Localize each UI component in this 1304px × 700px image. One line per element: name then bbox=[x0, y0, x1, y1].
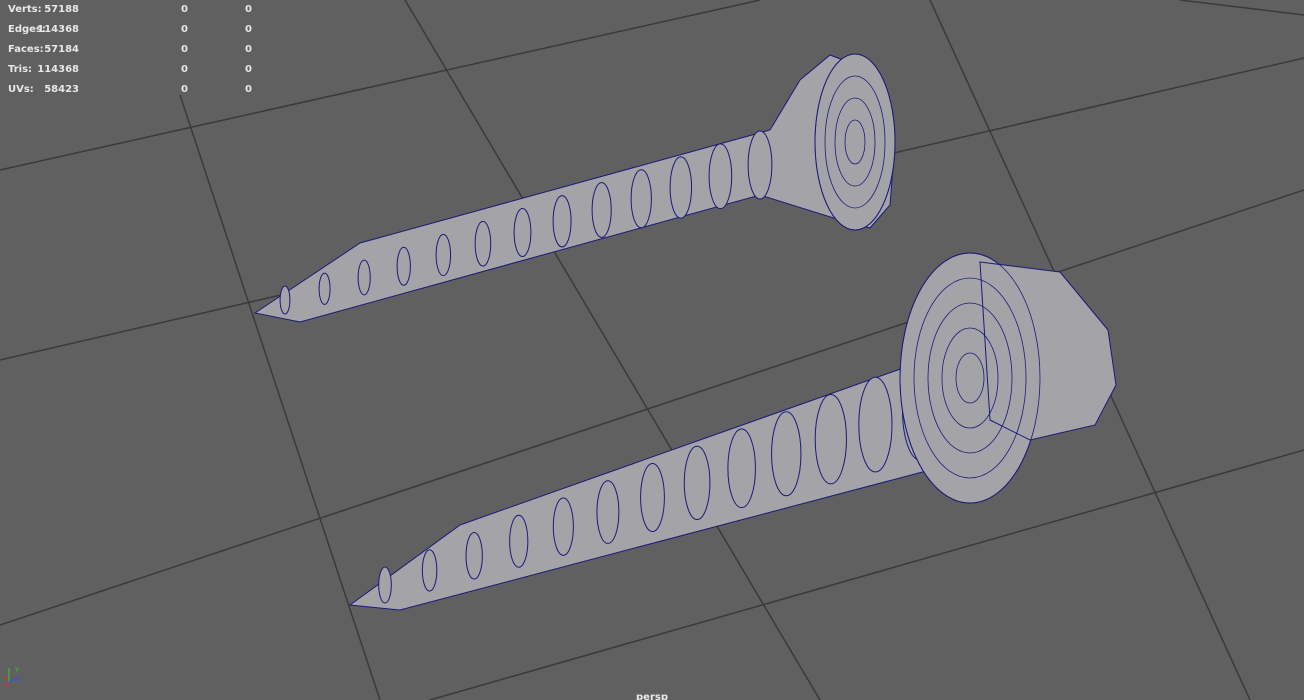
poly-count-hud: Verts: 57188 0 0 Edges: 114368 0 0 Faces: 57184 0 0… bbox=[0, 0, 260, 100]
countersunk-screw[interactable] bbox=[253, 53, 896, 323]
thread-ridge bbox=[669, 156, 693, 219]
hud-total: 57188 bbox=[44, 4, 79, 15]
thread-ridge bbox=[357, 259, 371, 296]
hud-total: 57184 bbox=[44, 44, 79, 55]
thread-ridge bbox=[509, 514, 529, 568]
hud-row-verts: Verts: 57188 0 0 bbox=[0, 0, 260, 20]
x-axis-line bbox=[3, 681, 10, 687]
hud-total: 114368 bbox=[37, 64, 79, 75]
hud-label: Tris: bbox=[8, 64, 33, 75]
thread-ridge bbox=[474, 220, 492, 267]
x-axis-label: x bbox=[3, 674, 7, 682]
thread-ridge bbox=[727, 428, 756, 509]
hud-extra: 0 bbox=[245, 4, 252, 15]
thread-ridge bbox=[747, 130, 773, 200]
hud-extra: 0 bbox=[245, 64, 252, 75]
hud-label: Faces: bbox=[8, 44, 44, 55]
hud-total: 114368 bbox=[37, 24, 79, 35]
hud-selected: 0 bbox=[181, 24, 188, 35]
hud-row-faces: Faces: 57184 0 0 bbox=[0, 40, 260, 60]
hex-flange-screw[interactable] bbox=[348, 252, 1117, 611]
thread-ridge bbox=[318, 272, 331, 305]
y-axis-label: y bbox=[15, 665, 19, 673]
thread-ridge bbox=[378, 566, 392, 604]
hud-row-edges: Edges: 114368 0 0 bbox=[0, 20, 260, 40]
hud-selected: 0 bbox=[181, 64, 188, 75]
thread-ridge bbox=[683, 445, 711, 521]
thread-ridge bbox=[591, 182, 612, 238]
thread-ridge bbox=[279, 285, 291, 315]
thread-ridge bbox=[814, 394, 847, 485]
hud-selected: 0 bbox=[181, 44, 188, 55]
camera-name-label: persp bbox=[636, 692, 668, 700]
axis-gizmo: y z x bbox=[3, 665, 21, 687]
thread-ridge bbox=[552, 497, 574, 556]
thread-ridge bbox=[708, 143, 733, 210]
hud-row-uvs: UVs: 58423 0 0 bbox=[0, 80, 260, 100]
hud-row-tris: Tris: 114368 0 0 bbox=[0, 60, 260, 80]
hud-label: Verts: bbox=[8, 4, 42, 15]
thread-ridge bbox=[513, 208, 532, 257]
thread-ridge bbox=[630, 169, 652, 229]
thread-ridge bbox=[552, 195, 572, 248]
hud-selected: 0 bbox=[181, 4, 188, 15]
thread-ridge bbox=[640, 463, 665, 532]
hud-label: UVs: bbox=[8, 84, 34, 95]
scene-canvas[interactable] bbox=[0, 0, 1304, 700]
hud-extra: 0 bbox=[245, 24, 252, 35]
z-axis-line bbox=[8, 677, 18, 683]
hud-selected: 0 bbox=[181, 84, 188, 95]
thread-ridge bbox=[858, 376, 893, 473]
hud-extra: 0 bbox=[245, 84, 252, 95]
z-axis-label: z bbox=[17, 675, 21, 683]
hud-extra: 0 bbox=[245, 44, 252, 55]
thread-ridge bbox=[596, 480, 620, 544]
thread-ridge bbox=[421, 549, 438, 592]
thread-ridge bbox=[465, 532, 483, 580]
thread-ridge bbox=[396, 246, 411, 286]
perspective-viewport[interactable]: Verts: 57188 0 0 Edges: 114368 0 0 Faces: 57184 0 0… bbox=[0, 0, 1304, 700]
thread-ridge bbox=[771, 411, 802, 497]
hud-total: 58423 bbox=[44, 84, 79, 95]
thread-ridge bbox=[435, 233, 452, 277]
